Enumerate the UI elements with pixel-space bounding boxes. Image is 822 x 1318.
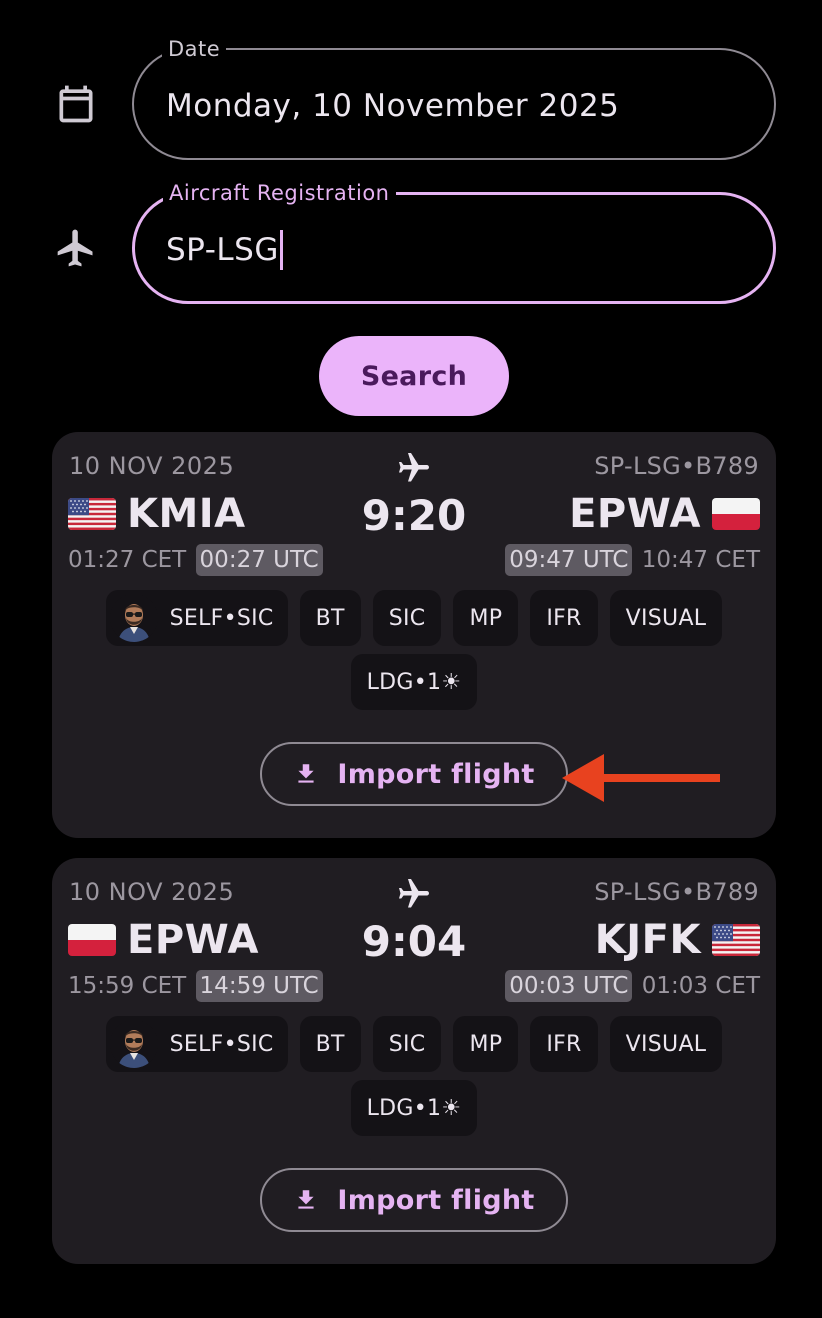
destination-utc-time: 09:47 UTC (505, 544, 633, 576)
text-caret (279, 230, 283, 270)
destination-utc-time: 00:03 UTC (505, 970, 633, 1002)
date-field-row: Date Monday, 10 November 2025 (0, 36, 822, 160)
origin-local-time: 01:27 CET (68, 547, 187, 573)
registration-input[interactable]: Aircraft Registration SP-LSG (132, 180, 776, 304)
role-chips: SELF•SIC BT SIC MP IFR VISUAL (52, 1016, 776, 1072)
crew-chip[interactable]: SELF•SIC (105, 590, 288, 646)
registration-value: SP-LSG (166, 232, 279, 268)
import-flight-button[interactable]: Import flight (260, 1168, 568, 1232)
chip[interactable]: SIC (372, 1016, 442, 1072)
avatar (110, 594, 158, 642)
chip[interactable]: IFR (530, 1016, 598, 1072)
chip-label: SELF•SIC (169, 605, 274, 631)
chip[interactable]: BT (299, 1016, 361, 1072)
registration-field-label: Aircraft Registration (163, 180, 396, 206)
origin-times: 15:59 CET 14:59 UTC (68, 970, 325, 1002)
landing-chips: LDG•1☀ (52, 1080, 776, 1136)
destination-local-time: 10:47 CET (641, 547, 760, 573)
airplane-icon (54, 226, 98, 270)
flight-date: 10 NOV 2025 (69, 452, 235, 480)
destination-times: 09:47 UTC 10:47 CET (503, 544, 760, 576)
chip[interactable]: VISUAL (609, 1016, 723, 1072)
registration-value-wrap: SP-LSG (166, 230, 283, 270)
flight-date: 10 NOV 2025 (69, 878, 235, 906)
role-chips: SELF•SIC BT SIC MP IFR VISUAL (52, 590, 776, 646)
annotation-arrow-icon (562, 754, 720, 802)
flight-registration: SP-LSG•B789 (594, 878, 759, 906)
flight-card: 10 NOV 2025 SP-LSG•B789 EPWA 9:04 KJFK 1… (52, 858, 776, 1264)
us-flag-icon (712, 924, 760, 956)
chip-label: SELF•SIC (169, 1031, 274, 1057)
import-flight-button[interactable]: Import flight (260, 742, 568, 806)
origin-times: 01:27 CET 00:27 UTC (68, 544, 325, 576)
chip[interactable]: BT (299, 590, 361, 646)
origin-utc-time: 00:27 UTC (195, 544, 323, 576)
date-field-label: Date (162, 36, 227, 62)
landing-chips: LDG•1☀ (52, 654, 776, 710)
flight-registration: SP-LSG•B789 (594, 452, 759, 480)
import-flight-label: Import flight (337, 1184, 535, 1216)
date-field-value: Monday, 10 November 2025 (166, 88, 620, 124)
chip[interactable]: MP (453, 1016, 519, 1072)
chip[interactable]: VISUAL (609, 590, 723, 646)
registration-field-row: Aircraft Registration SP-LSG (0, 180, 822, 304)
origin-local-time: 15:59 CET (68, 973, 187, 999)
chip[interactable]: MP (453, 590, 519, 646)
poland-flag-icon (712, 498, 760, 530)
crew-chip[interactable]: SELF•SIC (105, 1016, 288, 1072)
landing-chip[interactable]: LDG•1☀ (350, 654, 478, 710)
destination-code: KJFK (594, 917, 701, 963)
download-icon (293, 761, 319, 787)
landing-chip[interactable]: LDG•1☀ (350, 1080, 478, 1136)
airplane-icon (396, 876, 432, 912)
search-button[interactable]: Search (319, 336, 509, 416)
destination-local-time: 01:03 CET (641, 973, 760, 999)
date-field[interactable]: Date Monday, 10 November 2025 (132, 36, 776, 160)
avatar (110, 1020, 158, 1068)
origin-utc-time: 14:59 UTC (195, 970, 323, 1002)
destination-code: EPWA (569, 491, 701, 537)
calendar-icon (54, 82, 98, 126)
destination-times: 00:03 UTC 01:03 CET (503, 970, 760, 1002)
chip[interactable]: IFR (530, 590, 598, 646)
import-flight-label: Import flight (337, 758, 535, 790)
chip[interactable]: SIC (372, 590, 442, 646)
airplane-icon (396, 450, 432, 486)
download-icon (293, 1187, 319, 1213)
